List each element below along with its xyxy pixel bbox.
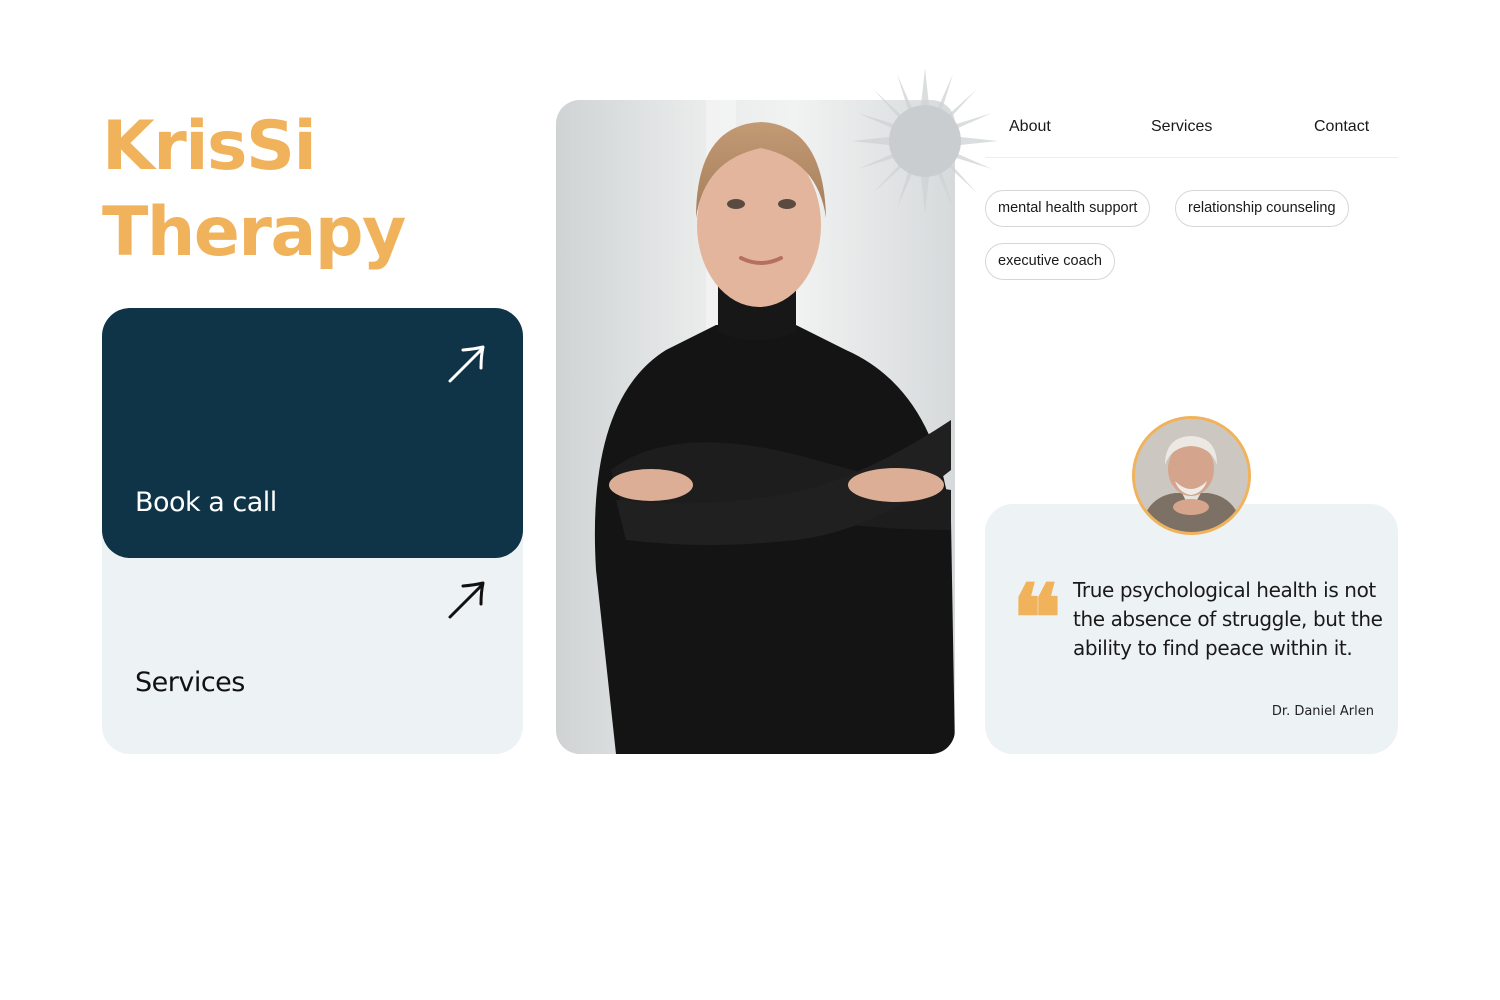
arrow-up-right-icon bbox=[448, 345, 485, 383]
services-card[interactable]: Services bbox=[102, 530, 523, 754]
testimonial-author: Dr. Daniel Arlen bbox=[1271, 704, 1374, 719]
testimonial-card: ❝ True psychological health is not the a… bbox=[985, 504, 1398, 754]
book-a-call-card[interactable]: Book a call bbox=[102, 308, 523, 558]
tag-executive-coach[interactable]: executive coach bbox=[985, 243, 1115, 280]
nav-about[interactable]: About bbox=[1009, 118, 1051, 136]
brand-logo[interactable]: KrisSi Therapy bbox=[102, 104, 522, 276]
sunburst-icon bbox=[852, 68, 998, 214]
tag-relationship-counseling[interactable]: relationship counseling bbox=[1175, 190, 1349, 227]
brand-name-line2: Therapy bbox=[102, 193, 406, 272]
tag-mental-health-support[interactable]: mental health support bbox=[985, 190, 1151, 227]
quote-icon: ❝ bbox=[1012, 564, 1062, 672]
author-avatar bbox=[1132, 416, 1251, 535]
main-nav: About Services Contact bbox=[985, 100, 1398, 158]
nav-contact[interactable]: Contact bbox=[1314, 118, 1369, 136]
book-a-call-label: Book a call bbox=[135, 487, 277, 518]
services-card-label: Services bbox=[135, 667, 245, 698]
brand-name-line1: KrisSi bbox=[102, 107, 317, 186]
nav-services[interactable]: Services bbox=[1151, 118, 1212, 136]
arrow-up-right-icon bbox=[448, 581, 485, 619]
testimonial-quote: True psychological health is not the abs… bbox=[1073, 578, 1383, 660]
